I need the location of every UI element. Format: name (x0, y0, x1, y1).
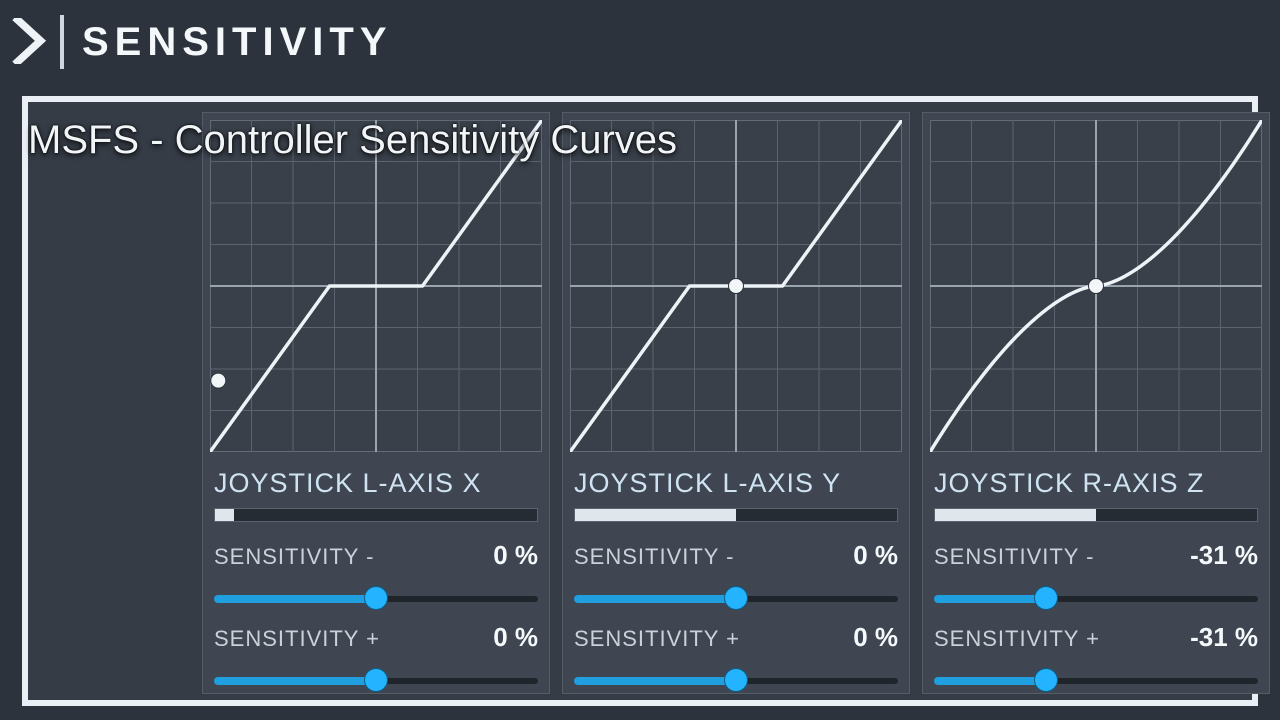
axis-title: JOYSTICK L-AXIS X (214, 468, 482, 499)
page-title: SENSITIVITY (82, 20, 393, 65)
sensitivity-slider[interactable] (934, 667, 1258, 693)
response-curve-graph (930, 120, 1262, 452)
response-curve-graph (570, 120, 902, 452)
response-curve-graph (210, 120, 542, 452)
axis-card-joystick-l-axis-y: JOYSTICK L-AXIS Y SENSITIVITY - 0 % SENS… (562, 112, 910, 694)
slider-label: SENSITIVITY + (574, 626, 740, 652)
slider-value: 0 % (853, 540, 898, 571)
sensitivity-slider[interactable] (574, 667, 898, 693)
axis-title: JOYSTICK R-AXIS Z (934, 468, 1205, 499)
sensitivity-slider[interactable] (214, 585, 538, 611)
title-bar: SENSITIVITY (0, 0, 1280, 84)
sensitivity-minus-block: SENSITIVITY - -31 % (934, 540, 1258, 611)
axis-title: JOYSTICK L-AXIS Y (574, 468, 841, 499)
axis-input-indicator (934, 508, 1258, 522)
axis-input-indicator (574, 508, 898, 522)
slider-label: SENSITIVITY - (574, 544, 735, 570)
chevron-right-icon[interactable] (12, 18, 50, 66)
sensitivity-slider[interactable] (934, 585, 1258, 611)
sensitivity-slider[interactable] (214, 667, 538, 693)
slider-value: 0 % (853, 622, 898, 653)
sensitivity-plus-block: SENSITIVITY + -31 % (934, 622, 1258, 693)
sensitivity-plus-block: SENSITIVITY + 0 % (214, 622, 538, 693)
axis-card-joystick-r-axis-z: JOYSTICK R-AXIS Z SENSITIVITY - -31 % SE… (922, 112, 1270, 694)
sensitivity-plus-block: SENSITIVITY + 0 % (574, 622, 898, 693)
sensitivity-minus-block: SENSITIVITY - 0 % (574, 540, 898, 611)
slider-label: SENSITIVITY - (934, 544, 1095, 570)
slider-label: SENSITIVITY - (214, 544, 375, 570)
slider-value: 0 % (493, 540, 538, 571)
axis-card-joystick-l-axis-x: JOYSTICK L-AXIS X SENSITIVITY - 0 % SENS… (202, 112, 550, 694)
slider-label: SENSITIVITY + (214, 626, 380, 652)
slider-value: 0 % (493, 622, 538, 653)
settings-panel: JOYSTICK L-AXIS X SENSITIVITY - 0 % SENS… (22, 96, 1258, 706)
sensitivity-slider[interactable] (574, 585, 898, 611)
slider-label: SENSITIVITY + (934, 626, 1100, 652)
axis-input-indicator (214, 508, 538, 522)
sensitivity-minus-block: SENSITIVITY - 0 % (214, 540, 538, 611)
title-separator (60, 15, 64, 69)
slider-value: -31 % (1190, 540, 1258, 571)
slider-value: -31 % (1190, 622, 1258, 653)
